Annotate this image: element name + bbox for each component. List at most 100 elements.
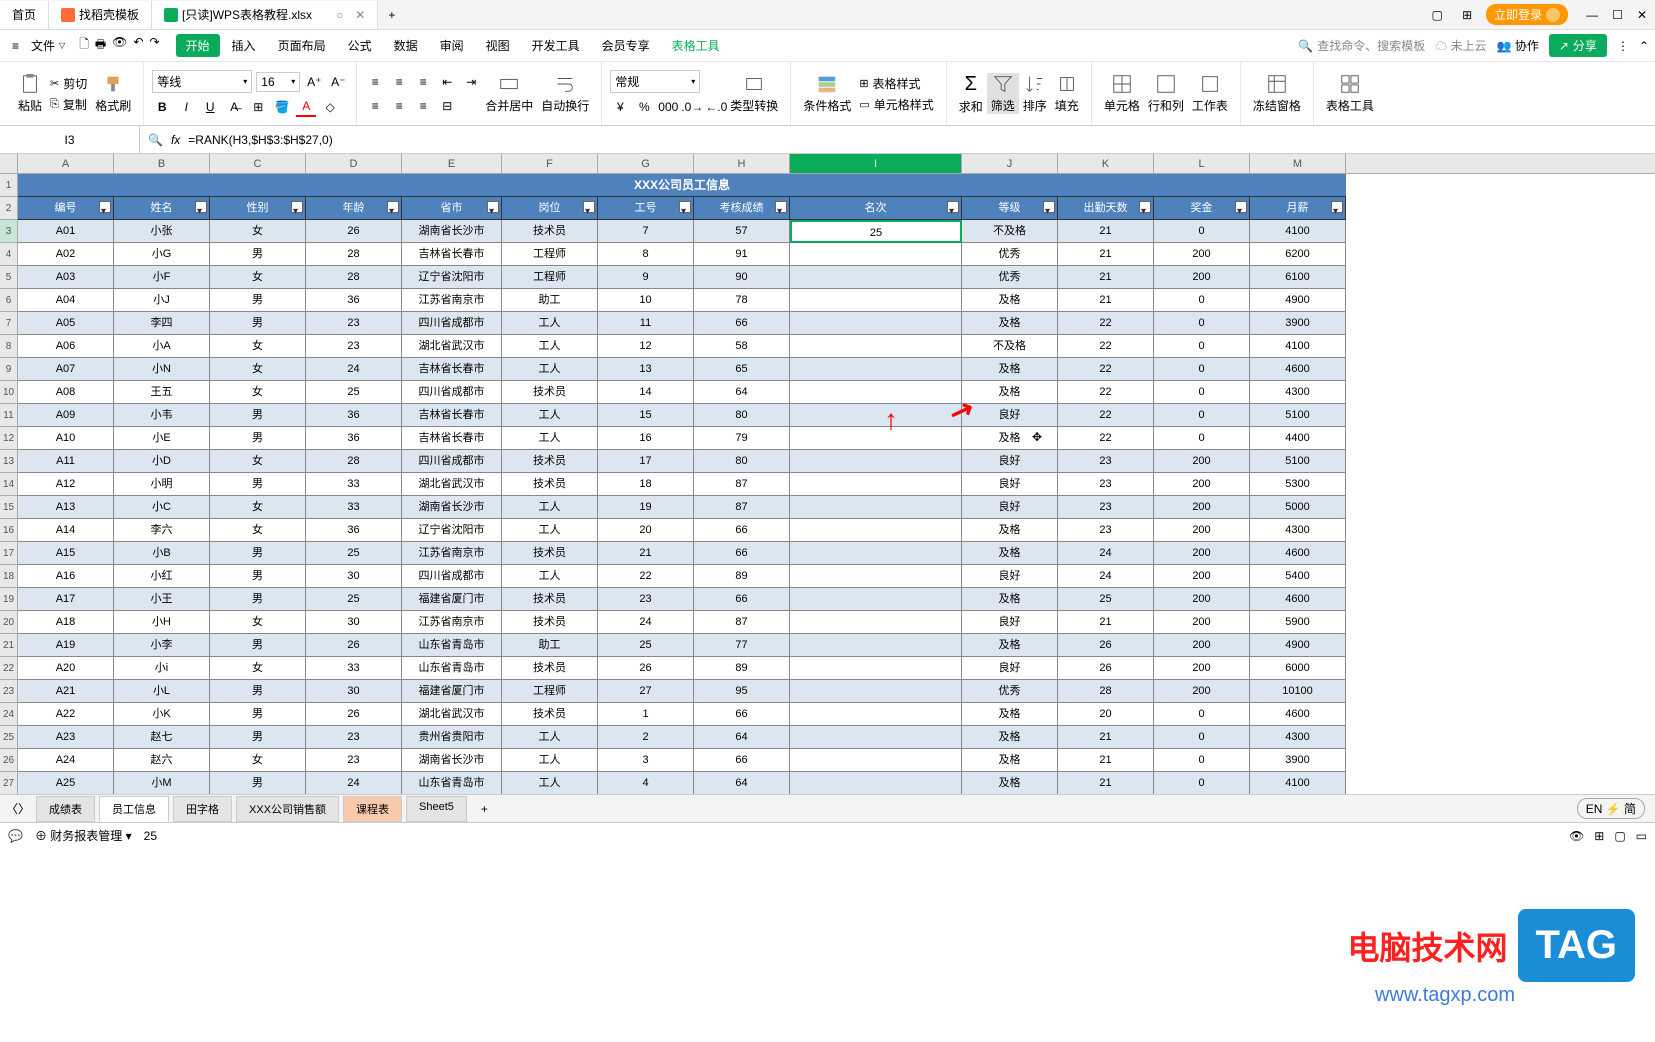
wrap-button[interactable]: 自动换行 — [537, 73, 593, 114]
row-header-14[interactable]: 14 — [0, 473, 18, 496]
ime-indicator[interactable]: EN ⚡ 简 — [1577, 798, 1645, 819]
cell[interactable]: 小G — [114, 243, 210, 266]
cell[interactable]: 200 — [1154, 243, 1250, 266]
cell[interactable]: A07 — [18, 358, 114, 381]
copy-button[interactable]: ⎘ 复制 — [46, 95, 91, 114]
cell[interactable]: 辽宁省沈阳市 — [402, 266, 502, 289]
cell[interactable]: A03 — [18, 266, 114, 289]
row-header-24[interactable]: 24 — [0, 703, 18, 726]
cell[interactable]: 4100 — [1250, 220, 1346, 243]
cell[interactable]: 女 — [210, 611, 306, 634]
cell[interactable]: 80 — [694, 404, 790, 427]
cell[interactable]: 26 — [306, 220, 402, 243]
cell[interactable]: 27 — [598, 680, 694, 703]
cell[interactable]: 湖北省武汉市 — [402, 473, 502, 496]
cell[interactable]: 小李 — [114, 634, 210, 657]
cell[interactable]: 23 — [1058, 473, 1154, 496]
cell[interactable]: 及格 — [962, 289, 1058, 312]
col-header-A[interactable]: A — [18, 154, 114, 173]
cell[interactable]: 女 — [210, 657, 306, 680]
col-header-F[interactable]: F — [502, 154, 598, 173]
cell[interactable]: A05 — [18, 312, 114, 335]
cell[interactable] — [790, 427, 962, 450]
cell[interactable]: 5000 — [1250, 496, 1346, 519]
cell[interactable]: 小A — [114, 335, 210, 358]
cell[interactable]: 22 — [1058, 404, 1154, 427]
cell[interactable]: 24 — [598, 611, 694, 634]
print-icon[interactable]: 🖶 — [95, 35, 106, 56]
cell[interactable]: 66 — [694, 312, 790, 335]
cell[interactable]: 4900 — [1250, 634, 1346, 657]
cell[interactable]: 工人 — [502, 335, 598, 358]
menu-2[interactable]: 页面布局 — [268, 34, 336, 57]
cell[interactable]: 21 — [1058, 289, 1154, 312]
row-header-23[interactable]: 23 — [0, 680, 18, 703]
number-format-combo[interactable]: 常规▾ — [610, 70, 700, 93]
cell[interactable]: A13 — [18, 496, 114, 519]
cell[interactable]: 及格 — [962, 749, 1058, 772]
menu-3[interactable]: 公式 — [338, 34, 382, 57]
col-header-E[interactable]: E — [402, 154, 502, 173]
cell[interactable]: 25 — [1058, 588, 1154, 611]
cell[interactable]: 0 — [1154, 289, 1250, 312]
cell[interactable]: 湖南省长沙市 — [402, 220, 502, 243]
filter-dropdown-icon[interactable] — [195, 201, 207, 213]
cell[interactable]: 0 — [1154, 772, 1250, 794]
cell[interactable]: 小L — [114, 680, 210, 703]
cell[interactable]: 22 — [1058, 335, 1154, 358]
cell[interactable]: 0 — [1154, 381, 1250, 404]
cell[interactable]: 200 — [1154, 657, 1250, 680]
cell[interactable]: 36 — [306, 427, 402, 450]
cell[interactable]: 湖南省长沙市 — [402, 496, 502, 519]
cell[interactable]: 技术员 — [502, 473, 598, 496]
cell[interactable]: 25 — [306, 381, 402, 404]
cell[interactable]: 小E — [114, 427, 210, 450]
cell[interactable]: 4600 — [1250, 358, 1346, 381]
cell[interactable]: 不及格 — [962, 220, 1058, 243]
border-button[interactable]: ⊞ — [248, 97, 268, 117]
cell[interactable]: 小王 — [114, 588, 210, 611]
sheet-tab[interactable]: 课程表 — [343, 796, 402, 822]
cell[interactable] — [790, 519, 962, 542]
cell[interactable]: 64 — [694, 772, 790, 794]
cell[interactable]: 小明 — [114, 473, 210, 496]
cell[interactable]: 0 — [1154, 312, 1250, 335]
fill-button[interactable]: 填充 — [1051, 73, 1083, 114]
filter-dropdown-icon[interactable] — [291, 201, 303, 213]
cell[interactable]: 技术员 — [502, 450, 598, 473]
cell[interactable]: 16 — [598, 427, 694, 450]
italic-button[interactable]: I — [176, 97, 196, 117]
cell[interactable]: 3 — [598, 749, 694, 772]
cell[interactable]: 优秀 — [962, 680, 1058, 703]
preview-icon[interactable]: 👁 — [112, 35, 127, 56]
cell[interactable] — [790, 243, 962, 266]
cell[interactable]: 及格 — [962, 519, 1058, 542]
cell[interactable]: 12 — [598, 335, 694, 358]
row-header-4[interactable]: 4 — [0, 243, 18, 266]
cell[interactable]: 及格 — [962, 726, 1058, 749]
cell[interactable]: 李四 — [114, 312, 210, 335]
cell[interactable]: 男 — [210, 542, 306, 565]
cell[interactable]: 山东省青岛市 — [402, 634, 502, 657]
cell[interactable]: 25 — [306, 542, 402, 565]
bold-button[interactable]: B — [152, 97, 172, 117]
cell[interactable]: 小张 — [114, 220, 210, 243]
cell[interactable]: 江苏省南京市 — [402, 611, 502, 634]
cell[interactable]: 小N — [114, 358, 210, 381]
row-header-5[interactable]: 5 — [0, 266, 18, 289]
cell[interactable]: A12 — [18, 473, 114, 496]
cell[interactable]: 23 — [306, 726, 402, 749]
cell[interactable]: 0 — [1154, 749, 1250, 772]
row-header-8[interactable]: 8 — [0, 335, 18, 358]
cell[interactable]: 23 — [306, 335, 402, 358]
cell[interactable]: 工程师 — [502, 266, 598, 289]
cell[interactable]: 工人 — [502, 358, 598, 381]
template-tab[interactable]: 找稻壳模板 — [49, 1, 152, 29]
cell[interactable]: 10100 — [1250, 680, 1346, 703]
cell[interactable]: 24 — [306, 358, 402, 381]
cell[interactable]: 21 — [1058, 266, 1154, 289]
cell[interactable] — [790, 289, 962, 312]
indent-inc-icon[interactable]: ⇥ — [461, 72, 481, 92]
cell[interactable]: 工人 — [502, 519, 598, 542]
cell[interactable]: 6200 — [1250, 243, 1346, 266]
